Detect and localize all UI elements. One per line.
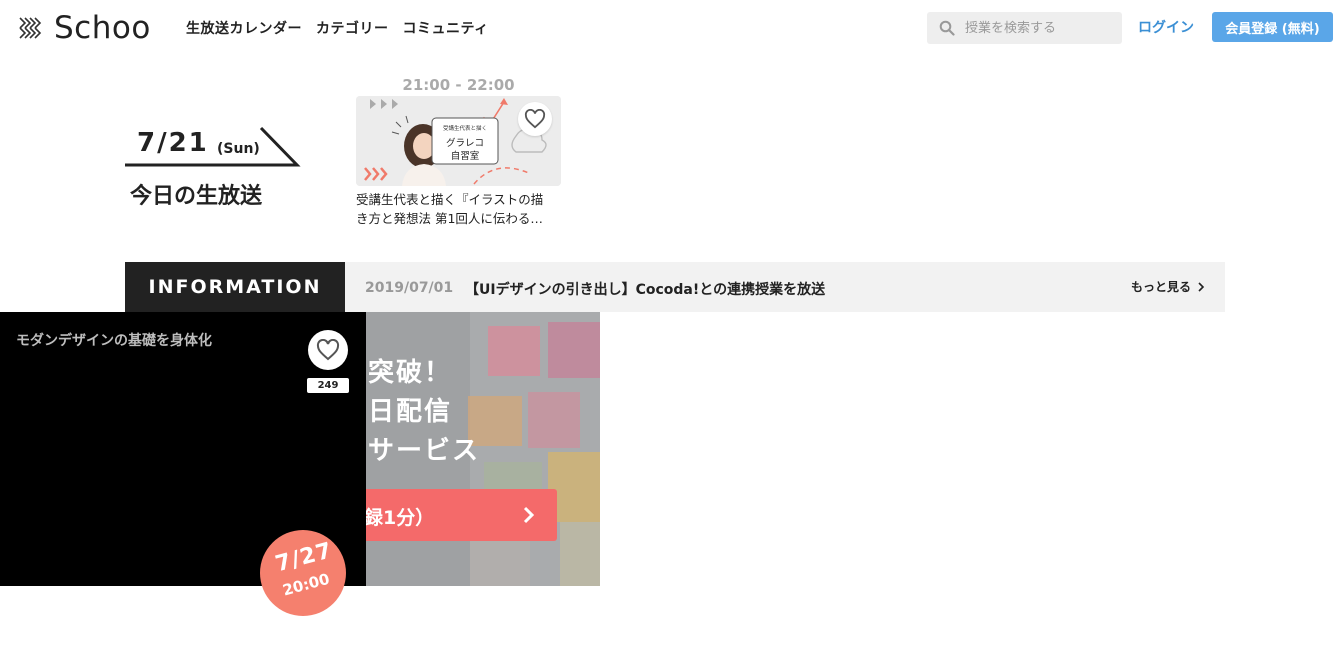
chevron-right-icon bbox=[1198, 281, 1205, 292]
thumbnail-caption-small: 受講生代表と描く bbox=[442, 126, 487, 132]
heart-icon bbox=[524, 109, 546, 129]
search-icon bbox=[939, 20, 955, 36]
live-class-favorite-button[interactable] bbox=[518, 102, 552, 136]
thumbnail-caption-line1: グラレコ bbox=[445, 138, 484, 149]
video-favorite-button[interactable] bbox=[308, 330, 348, 370]
heart-icon bbox=[316, 339, 340, 361]
live-class-title-line1: 受講生代表と描く『イラストの描 bbox=[356, 192, 544, 207]
thumbnail-caption-line2: 自習室 bbox=[450, 151, 480, 162]
site-header: Schoo 生放送カレンダー カテゴリー コミュニティ ログイン 会員登録 (無… bbox=[0, 0, 1337, 56]
information-label: INFORMATION bbox=[125, 262, 345, 312]
information-date: 2019/07/01 bbox=[365, 280, 454, 296]
nav-category[interactable]: カテゴリー bbox=[316, 18, 389, 38]
main-nav: 生放送カレンダー カテゴリー コミュニティ bbox=[186, 18, 489, 38]
promo-headline-line1: 突破！ bbox=[368, 358, 453, 388]
live-class-title[interactable]: 受講生代表と描く『イラストの描 き方と発想法 第1回人に伝わる… bbox=[356, 190, 561, 228]
information-more-link[interactable]: もっと見る bbox=[1131, 278, 1206, 295]
more-link-label: もっと見る bbox=[1131, 280, 1192, 294]
promo-headline-line3: サービス bbox=[368, 436, 481, 466]
login-link[interactable]: ログイン bbox=[1138, 17, 1194, 37]
promo-cta-label: 録1分） bbox=[364, 507, 435, 529]
nav-live-calendar[interactable]: 生放送カレンダー bbox=[186, 18, 302, 38]
schoo-logo-icon bbox=[19, 17, 42, 39]
chevron-right-icon bbox=[523, 506, 535, 524]
today-day-of-week: (Sun) bbox=[217, 141, 260, 157]
logo-text: Schoo bbox=[54, 10, 151, 46]
live-class-title-line2: き方と発想法 第1回人に伝わる… bbox=[356, 211, 543, 226]
video-like-count: 249 bbox=[307, 378, 349, 393]
live-class-time: 21:00 - 22:00 bbox=[402, 76, 515, 94]
search-input[interactable] bbox=[963, 19, 1113, 37]
video-title: モダンデザインの基礎を身体化 bbox=[16, 333, 212, 349]
video-date-badge: 7/27 20:00 bbox=[260, 530, 346, 616]
today-live-heading: 7/21 (Sun) 今日の生放送 bbox=[125, 120, 305, 220]
signup-button[interactable]: 会員登録 (無料) bbox=[1212, 12, 1333, 42]
today-live-label: 今日の生放送 bbox=[130, 184, 263, 209]
nav-community[interactable]: コミュニティ bbox=[403, 18, 489, 38]
promo-headline-line2: 日配信 bbox=[368, 397, 453, 427]
search-box[interactable] bbox=[927, 12, 1122, 44]
information-bar: INFORMATION 2019/07/01 【UIデザインの引き出し】Coco… bbox=[125, 262, 1225, 312]
information-title-link[interactable]: 【UIデザインの引き出し】Cocoda!との連携授業を放送 bbox=[465, 279, 825, 299]
today-date: 7/21 bbox=[137, 128, 209, 158]
schoo-logo[interactable]: Schoo bbox=[18, 10, 151, 46]
